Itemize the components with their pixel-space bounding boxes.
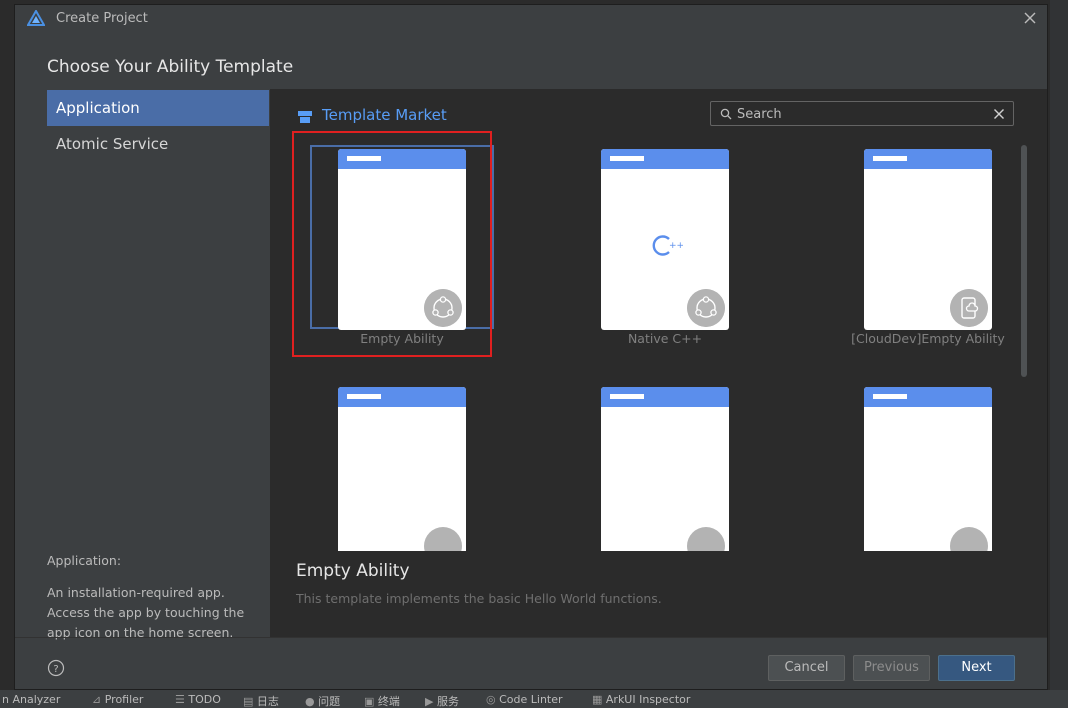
template-panel: Template Market Search Empty Ability ++ … bbox=[270, 89, 1047, 637]
search-icon bbox=[720, 108, 732, 120]
template-card-empty-ability[interactable]: Empty Ability bbox=[310, 145, 498, 357]
template-preview bbox=[864, 387, 992, 551]
cloud-phone-icon bbox=[950, 289, 988, 327]
ide-tool-problems[interactable]: ● 问题 bbox=[305, 693, 340, 708]
profiler-icon: ⊿ bbox=[92, 693, 105, 706]
dialog-titlebar: Create Project bbox=[15, 5, 1047, 33]
clear-search-icon[interactable] bbox=[993, 108, 1005, 120]
template-label: Native C++ bbox=[627, 331, 703, 346]
svg-text:++: ++ bbox=[669, 241, 683, 251]
ide-tool-terminal[interactable]: ▣ 终端 bbox=[364, 693, 400, 708]
list-icon: ☰ bbox=[175, 693, 189, 706]
template-preview: ++ bbox=[601, 149, 729, 330]
dialog-title: Create Project bbox=[56, 11, 148, 26]
template-preview bbox=[601, 387, 729, 551]
template-preview bbox=[338, 387, 466, 551]
template-label: [CloudDev]Empty Ability bbox=[851, 331, 1005, 346]
close-icon[interactable] bbox=[1021, 9, 1039, 27]
dialog-footer: ? Cancel Previous Next bbox=[15, 637, 1047, 691]
ide-right-gutter bbox=[1050, 0, 1068, 708]
ide-tool-log[interactable]: ▤ 日志 bbox=[243, 693, 279, 708]
linter-icon: ◎ bbox=[486, 693, 500, 706]
previous-button[interactable]: Previous bbox=[853, 655, 930, 681]
sidebar-item-application[interactable]: Application bbox=[47, 90, 269, 126]
next-button[interactable]: Next bbox=[938, 655, 1015, 681]
template-icon bbox=[424, 527, 462, 551]
svg-text:?: ? bbox=[53, 664, 58, 675]
help-icon[interactable]: ? bbox=[47, 659, 65, 677]
template-detail-title: Empty Ability bbox=[296, 561, 410, 581]
ide-tool-profiler[interactable]: ⊿ Profiler bbox=[92, 693, 143, 706]
deveco-logo-icon bbox=[27, 10, 45, 26]
template-label: Empty Ability bbox=[360, 331, 444, 346]
category-description-title: Application: bbox=[47, 553, 122, 568]
ide-bottom-toolbar: n Analyzer ⊿ Profiler ☰ TODO ▤ 日志 ● 问题 ▣… bbox=[0, 690, 1068, 708]
log-icon: ▤ bbox=[243, 695, 257, 708]
create-project-dialog: Create Project Choose Your Ability Templ… bbox=[14, 4, 1048, 690]
template-card-native-cpp[interactable]: ++ Native C++ bbox=[573, 145, 761, 357]
page-title: Choose Your Ability Template bbox=[47, 57, 294, 77]
category-sidebar: Application Atomic Service Application: … bbox=[15, 89, 270, 640]
search-box bbox=[710, 101, 1014, 126]
terminal-icon: ▣ bbox=[364, 695, 378, 708]
template-icon bbox=[950, 527, 988, 551]
template-scrollbar[interactable] bbox=[1021, 145, 1027, 377]
ability-icon bbox=[424, 289, 462, 327]
ide-tool-services[interactable]: ▶ 服务 bbox=[425, 693, 459, 708]
template-icon bbox=[687, 527, 725, 551]
inspector-icon: ▦ bbox=[592, 693, 606, 706]
template-card-clouddev-empty-ability[interactable]: [CloudDev]Empty Ability bbox=[836, 145, 1020, 357]
search-input[interactable] bbox=[735, 104, 989, 125]
ide-tool-code-linter[interactable]: ◎ Code Linter bbox=[486, 693, 563, 706]
template-card-5[interactable] bbox=[573, 383, 761, 551]
ide-left-gutter bbox=[0, 0, 14, 708]
template-market-link[interactable]: Template Market bbox=[322, 106, 447, 124]
template-preview bbox=[338, 149, 466, 330]
sidebar-item-atomic-service[interactable]: Atomic Service bbox=[47, 126, 269, 162]
ide-tool-analyzer[interactable]: n Analyzer bbox=[2, 693, 60, 706]
problems-icon: ● bbox=[305, 695, 319, 708]
template-card-6[interactable] bbox=[836, 383, 1020, 551]
cancel-button[interactable]: Cancel bbox=[768, 655, 845, 681]
ability-icon bbox=[687, 289, 725, 327]
template-detail-description: This template implements the basic Hello… bbox=[296, 591, 662, 606]
template-grid: Empty Ability ++ Native C++ [CloudDev]Em… bbox=[270, 139, 1020, 551]
template-preview bbox=[864, 149, 992, 330]
template-card-4[interactable] bbox=[310, 383, 498, 551]
category-description-text: An installation-required app. Access the… bbox=[47, 585, 245, 640]
ide-tool-todo[interactable]: ☰ TODO bbox=[175, 693, 221, 706]
services-icon: ▶ bbox=[425, 695, 437, 708]
store-icon bbox=[298, 111, 312, 123]
ide-tool-arkui-inspector[interactable]: ▦ ArkUI Inspector bbox=[592, 693, 690, 706]
cplusplus-icon: ++ bbox=[652, 235, 683, 256]
